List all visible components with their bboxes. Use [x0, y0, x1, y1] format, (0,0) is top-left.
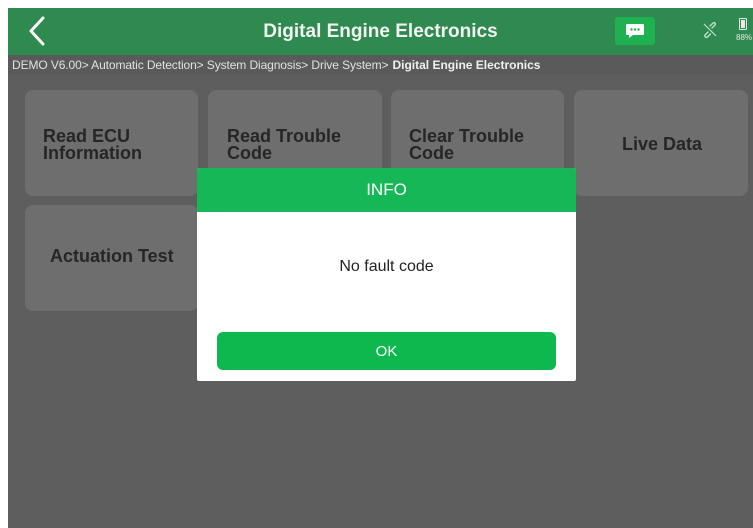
chevron-left-icon — [29, 16, 45, 46]
unlinked-icon — [703, 21, 717, 39]
app-screen: Digital Engine Electronics 88% DEMO V6.0… — [8, 8, 753, 528]
tile-label-line2: Code — [227, 143, 272, 163]
ok-button[interactable]: OK — [217, 332, 556, 370]
tile-label-line2: Information — [43, 143, 142, 163]
battery-icon — [739, 18, 747, 30]
tile-label: Live Data — [622, 134, 703, 154]
dialog-message: No fault code — [339, 258, 434, 275]
chat-button[interactable] — [615, 17, 655, 45]
breadcrumb-path: DEMO V6.00> Automatic Detection> System … — [12, 58, 389, 72]
info-dialog: INFO No fault code OK — [197, 168, 576, 381]
breadcrumb: DEMO V6.00> Automatic Detection> System … — [8, 55, 753, 75]
battery-percent: 88% — [736, 33, 753, 42]
battery-indicator: 88% — [735, 14, 753, 52]
header-bar: Digital Engine Electronics 88% — [8, 8, 753, 55]
chat-bubble-icon — [626, 24, 644, 38]
tile-live-data[interactable]: Live Data — [574, 90, 748, 196]
tile-label-line2: Code — [409, 143, 454, 163]
tile-actuation-test[interactable]: Actuation Test — [25, 205, 198, 311]
back-button[interactable] — [20, 14, 54, 48]
tile-label: Actuation Test — [50, 246, 174, 266]
dialog-title: INFO — [197, 168, 576, 212]
tile-read-ecu-information[interactable]: Read ECU Information — [25, 90, 198, 196]
breadcrumb-current: Digital Engine Electronics — [392, 58, 541, 72]
